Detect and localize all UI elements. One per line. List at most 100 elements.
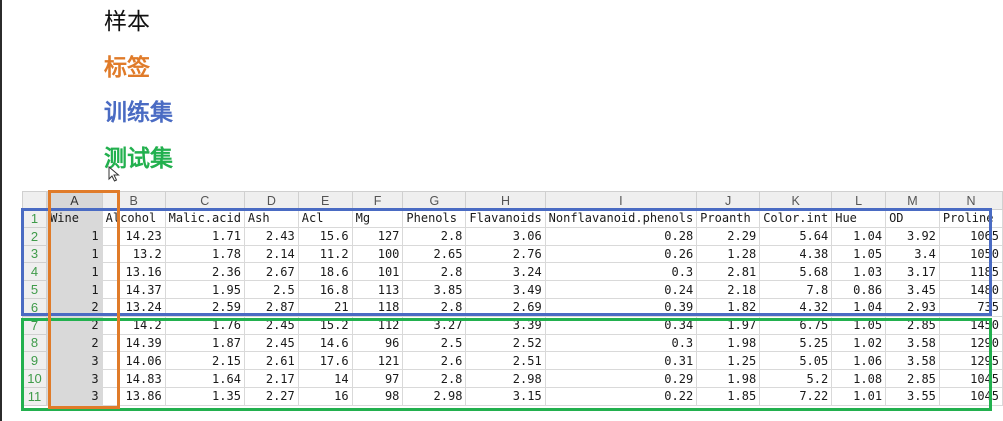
cell-k6[interactable]: 4.32 (759, 297, 833, 317)
cell-l2[interactable]: 1.04 (831, 226, 887, 246)
cell-a1[interactable]: Wine (46, 209, 103, 228)
cell-d5[interactable]: 2.5 (243, 280, 299, 299)
cell-c4[interactable]: 2.36 (164, 262, 245, 282)
cell-c7[interactable]: 1.76 (164, 315, 245, 335)
cell-d3[interactable]: 2.14 (243, 244, 299, 264)
cell-m1[interactable]: OD (885, 209, 940, 228)
column-header-e[interactable]: E (297, 191, 353, 210)
column-header-f[interactable]: F (351, 191, 404, 210)
cell-m3[interactable]: 3.4 (885, 244, 940, 264)
column-header-i[interactable]: I (544, 191, 698, 210)
cell-n7[interactable]: 1450 (938, 315, 1003, 335)
cell-c6[interactable]: 2.59 (164, 297, 245, 317)
cell-h10[interactable]: 2.98 (465, 369, 546, 388)
cell-h4[interactable]: 3.24 (465, 262, 546, 282)
cell-l1[interactable]: Hue (831, 209, 887, 228)
cell-k8[interactable]: 5.25 (759, 333, 833, 353)
cell-b1[interactable]: Alcohol (101, 209, 166, 228)
cell-e10[interactable]: 14 (297, 369, 353, 388)
cell-d1[interactable]: Ash (243, 209, 299, 228)
cell-n11[interactable]: 1045 (938, 386, 1003, 406)
row-header[interactable]: 1 (21, 209, 48, 228)
cell-l10[interactable]: 1.08 (831, 369, 887, 388)
cell-c1[interactable]: Malic.acid (164, 209, 245, 228)
column-header-a[interactable]: A (46, 191, 103, 210)
cell-i11[interactable]: 0.22 (544, 386, 698, 406)
cell-n6[interactable]: 735 (938, 297, 1003, 317)
cell-n8[interactable]: 1290 (938, 333, 1003, 353)
row-header[interactable]: 3 (21, 244, 48, 264)
cell-j8[interactable]: 1.98 (696, 333, 761, 353)
row-header[interactable]: 10 (21, 369, 48, 388)
cell-b11[interactable]: 13.86 (101, 386, 166, 406)
cell-j9[interactable]: 1.25 (696, 351, 761, 371)
cell-a4[interactable]: 1 (46, 262, 103, 282)
cell-g7[interactable]: 3.27 (402, 315, 467, 335)
cell-c5[interactable]: 1.95 (164, 280, 245, 299)
cell-g10[interactable]: 2.8 (402, 369, 467, 388)
cell-h7[interactable]: 3.39 (465, 315, 546, 335)
cell-c10[interactable]: 1.64 (164, 369, 245, 388)
cell-f2[interactable]: 127 (351, 226, 404, 246)
cell-g11[interactable]: 2.98 (402, 386, 467, 406)
cell-g9[interactable]: 2.6 (402, 351, 467, 371)
cell-g6[interactable]: 2.8 (402, 297, 467, 317)
cell-d10[interactable]: 2.17 (243, 369, 299, 388)
cell-f6[interactable]: 118 (351, 297, 404, 317)
cell-b6[interactable]: 13.24 (101, 297, 166, 317)
cell-h1[interactable]: Flavanoids (465, 209, 546, 228)
row-header[interactable]: 8 (21, 333, 48, 353)
cell-n2[interactable]: 1065 (938, 226, 1003, 246)
column-header-h[interactable]: H (465, 191, 546, 210)
cell-a7[interactable]: 2 (46, 315, 103, 335)
column-header-c[interactable]: C (164, 191, 245, 210)
cell-b10[interactable]: 14.83 (101, 369, 166, 388)
cell-m11[interactable]: 3.55 (885, 386, 940, 406)
cell-j7[interactable]: 1.97 (696, 315, 761, 335)
cell-m7[interactable]: 2.85 (885, 315, 940, 335)
cell-e2[interactable]: 15.6 (297, 226, 353, 246)
cell-f5[interactable]: 113 (351, 280, 404, 299)
cell-d9[interactable]: 2.61 (243, 351, 299, 371)
cell-b2[interactable]: 14.23 (101, 226, 166, 246)
cell-i3[interactable]: 0.26 (544, 244, 698, 264)
cell-m4[interactable]: 3.17 (885, 262, 940, 282)
cell-c9[interactable]: 2.15 (164, 351, 245, 371)
cell-e9[interactable]: 17.6 (297, 351, 353, 371)
cell-m5[interactable]: 3.45 (885, 280, 940, 299)
cell-h3[interactable]: 2.76 (465, 244, 546, 264)
cell-m8[interactable]: 3.58 (885, 333, 940, 353)
row-header[interactable]: 6 (21, 297, 48, 317)
cell-h11[interactable]: 3.15 (465, 386, 546, 406)
cell-f10[interactable]: 97 (351, 369, 404, 388)
cell-f7[interactable]: 112 (351, 315, 404, 335)
column-header-l[interactable]: L (831, 191, 887, 210)
select-all-corner[interactable] (21, 191, 48, 210)
cell-m10[interactable]: 2.85 (885, 369, 940, 388)
cell-c2[interactable]: 1.71 (164, 226, 245, 246)
cell-n10[interactable]: 1045 (938, 369, 1003, 388)
cell-k4[interactable]: 5.68 (759, 262, 833, 282)
row-header[interactable]: 4 (21, 262, 48, 282)
cell-g3[interactable]: 2.65 (402, 244, 467, 264)
cell-e6[interactable]: 21 (297, 297, 353, 317)
row-header[interactable]: 2 (21, 226, 48, 246)
cell-i4[interactable]: 0.3 (544, 262, 698, 282)
cell-n4[interactable]: 1185 (938, 262, 1003, 282)
cell-g1[interactable]: Phenols (402, 209, 467, 228)
cell-k10[interactable]: 5.2 (759, 369, 833, 388)
cell-i9[interactable]: 0.31 (544, 351, 698, 371)
cell-j4[interactable]: 2.81 (696, 262, 761, 282)
cell-l4[interactable]: 1.03 (831, 262, 887, 282)
cell-f1[interactable]: Mg (351, 209, 404, 228)
cell-a2[interactable]: 1 (46, 226, 103, 246)
cell-n9[interactable]: 1295 (938, 351, 1003, 371)
cell-l11[interactable]: 1.01 (831, 386, 887, 406)
cell-a10[interactable]: 3 (46, 369, 103, 388)
cell-m9[interactable]: 3.58 (885, 351, 940, 371)
cell-b3[interactable]: 13.2 (101, 244, 166, 264)
cell-e5[interactable]: 16.8 (297, 280, 353, 299)
cell-j1[interactable]: Proanth (696, 209, 761, 228)
cell-f11[interactable]: 98 (351, 386, 404, 406)
cell-a9[interactable]: 3 (46, 351, 103, 371)
